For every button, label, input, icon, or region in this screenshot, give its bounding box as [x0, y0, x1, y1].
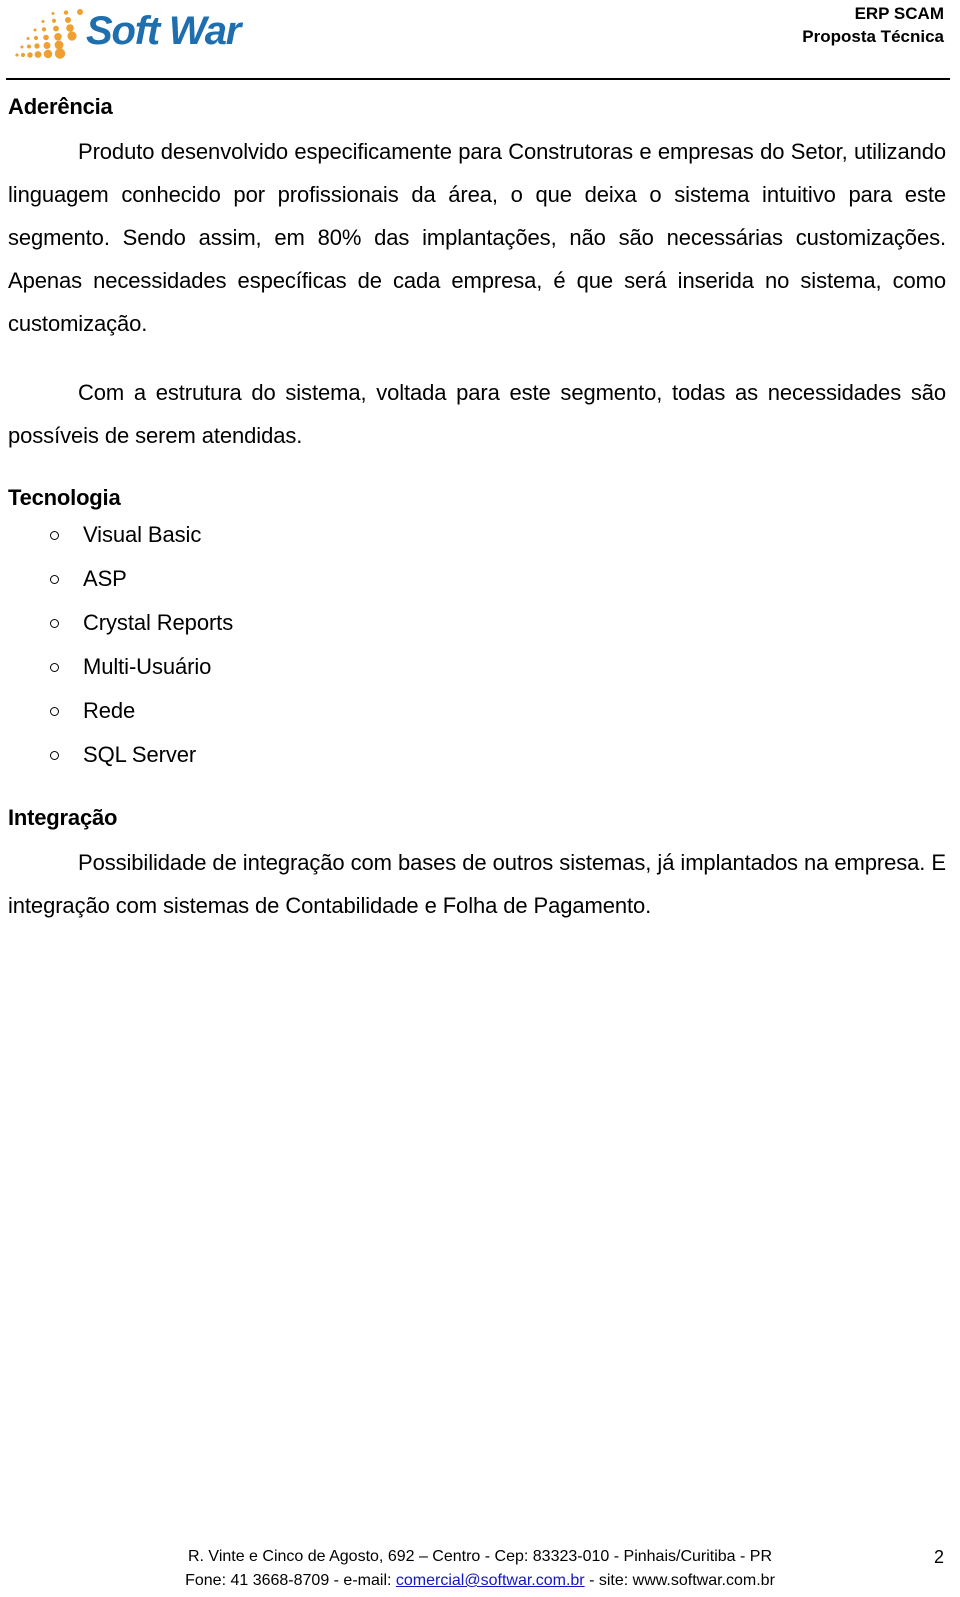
- softwar-dots-logo-icon: [15, 9, 83, 59]
- footer-address: R. Vinte e Cinco de Agosto, 692 – Centro…: [187, 1548, 773, 1565]
- list-item: SQL Server: [8, 733, 946, 777]
- footer-email-link[interactable]: comercial@softwar.com.br: [396, 1572, 585, 1589]
- circle-bullet-icon: [50, 751, 59, 760]
- section-heading-tecnologia: Tecnologia: [8, 485, 121, 510]
- list-item: Multi-Usuário: [8, 645, 946, 689]
- footer-contact-prefix: Fone: 41 3668-8709 - e-mail:: [185, 1572, 396, 1589]
- list-item: ASP: [8, 557, 946, 601]
- circle-bullet-icon: [50, 663, 59, 672]
- circle-bullet-icon: [50, 619, 59, 628]
- company-logo: Soft War: [14, 6, 244, 64]
- list-item-label: SQL Server: [83, 742, 197, 767]
- list-item-label: Multi-Usuário: [83, 654, 212, 679]
- paragraph-aderencia-2: Com a estrutura do sistema, voltada para…: [8, 380, 946, 448]
- paragraph-aderencia-1: Produto desenvolvido especificamente par…: [8, 139, 946, 336]
- tecnologia-list: Visual Basic ASP Crystal Reports Multi-U…: [8, 513, 946, 777]
- footer-contact-suffix: - site: www.softwar.com.br: [584, 1572, 775, 1589]
- footer-contact-block: R. Vinte e Cinco de Agosto, 692 – Centro…: [0, 1545, 960, 1593]
- logo-wordmark: Soft War: [86, 9, 241, 53]
- header-title-line-2: Proposta Técnica: [802, 27, 944, 46]
- circle-bullet-icon: [50, 707, 59, 716]
- section-heading-aderencia: Aderência: [8, 94, 113, 119]
- header-document-title: ERP SCAM Proposta Técnica: [802, 2, 944, 48]
- header-divider: [6, 78, 950, 80]
- page-number: 2: [933, 1547, 944, 1567]
- page-footer: R. Vinte e Cinco de Agosto, 692 – Centro…: [0, 1531, 960, 1591]
- document-body: Aderência Produto desenvolvido especific…: [8, 92, 946, 927]
- list-item: Rede: [8, 689, 946, 733]
- list-item-label: Visual Basic: [83, 522, 202, 547]
- circle-bullet-icon: [50, 575, 59, 584]
- section-heading-integracao: Integração: [8, 805, 118, 830]
- list-item: Visual Basic: [8, 513, 946, 557]
- list-item-label: Rede: [83, 698, 136, 723]
- circle-bullet-icon: [50, 531, 59, 540]
- paragraph-integracao-1: Possibilidade de integração com bases de…: [8, 850, 946, 918]
- list-item-label: Crystal Reports: [83, 610, 234, 635]
- footer-contact: Fone: 41 3668-8709 - e-mail: comercial@s…: [0, 1569, 960, 1593]
- list-item: Crystal Reports: [8, 601, 946, 645]
- page-header: Soft War ERP SCAM Proposta Técnica: [0, 0, 960, 82]
- header-title-line-1: ERP SCAM: [854, 4, 944, 23]
- list-item-label: ASP: [83, 566, 127, 591]
